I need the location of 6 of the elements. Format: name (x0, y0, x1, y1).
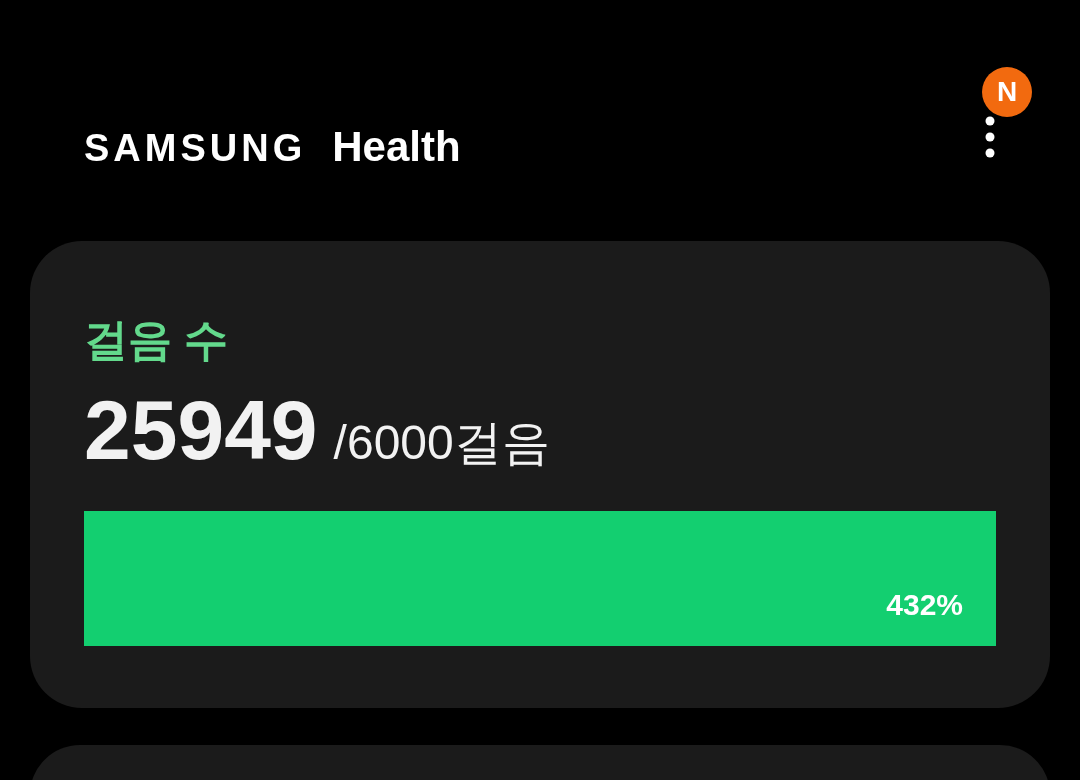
step-goal: /6000걸음 (333, 415, 550, 471)
card-title: 걸음 수 (84, 318, 230, 362)
step-count: 25949 (84, 388, 318, 472)
app-name: Health (332, 123, 461, 171)
notification-badge: N (982, 66, 1032, 117)
brand-logo-text: SAMSUNG (84, 127, 307, 170)
